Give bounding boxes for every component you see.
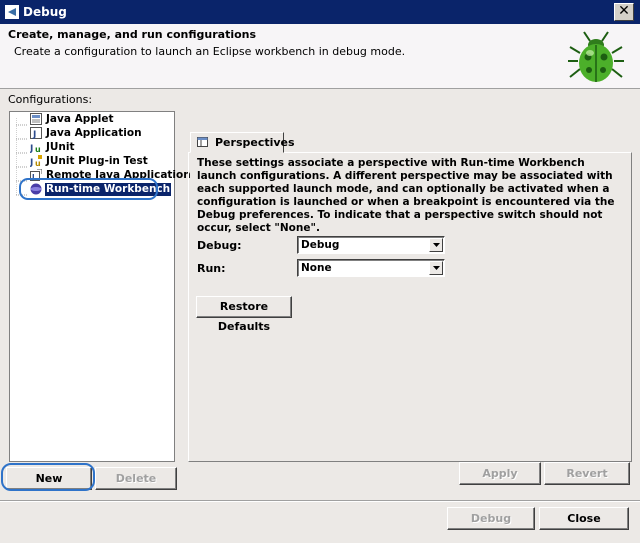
title-bar: Debug ✕: [0, 0, 640, 24]
junit-plugin-icon: Ju: [30, 155, 42, 167]
applet-icon: [30, 113, 42, 125]
debug-app-icon: [5, 5, 19, 19]
close-icon: ✕: [618, 3, 630, 19]
svg-text:J: J: [32, 130, 36, 139]
apply-button[interactable]: Apply: [459, 462, 541, 485]
revert-button[interactable]: Revert: [544, 462, 630, 485]
window-title: Debug: [23, 5, 67, 19]
close-button[interactable]: Close: [539, 507, 629, 530]
chevron-down-icon[interactable]: [429, 261, 443, 275]
svg-text:u: u: [35, 145, 41, 153]
svg-text:J: J: [30, 158, 33, 167]
debug-button[interactable]: Debug: [447, 507, 535, 530]
header-banner: Create, manage, and run configurations C…: [0, 24, 640, 89]
delete-button[interactable]: Delete: [95, 467, 177, 490]
svg-text:J: J: [30, 144, 33, 153]
bug-icon: [568, 31, 624, 82]
run-perspective-select[interactable]: None: [297, 259, 445, 277]
perspective-icon: [197, 137, 208, 147]
close-window-button[interactable]: ✕: [614, 3, 634, 21]
chevron-down-icon[interactable]: [429, 238, 443, 252]
new-button-highlight-ring: [1, 463, 95, 491]
tab-perspectives[interactable]: Perspectives: [190, 132, 295, 153]
svg-text:u: u: [35, 159, 41, 167]
banner-message: Create a configuration to launch an Ecli…: [14, 45, 406, 58]
debug-perspective-label: Debug:: [197, 239, 242, 252]
restore-defaults-button[interactable]: Restore Defaults: [196, 296, 292, 333]
java-app-icon: J: [30, 127, 42, 139]
perspectives-description: These settings associate a perspective w…: [197, 157, 615, 234]
selection-highlight-ring: [19, 178, 158, 200]
run-perspective-label: Run:: [197, 262, 226, 275]
configurations-tree[interactable]: Java Applet J Java Application Ju JUnit …: [9, 111, 191, 462]
junit-icon: Ju: [30, 144, 41, 153]
footer-separator: [0, 500, 640, 502]
debug-perspective-select[interactable]: Debug: [297, 236, 445, 254]
configurations-label: Configurations:: [8, 93, 93, 106]
banner-heading: Create, manage, and run configurations: [8, 28, 257, 41]
